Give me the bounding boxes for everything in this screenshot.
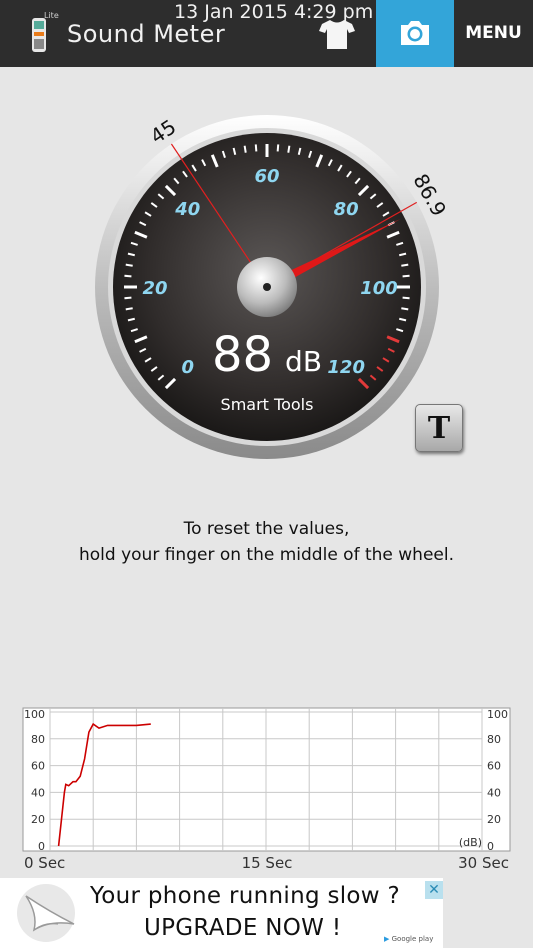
brand-label: Smart Tools — [221, 395, 314, 414]
gauge-scale-label: 120 — [327, 357, 365, 378]
google-play-badge-text: Google play — [391, 935, 434, 943]
t-button[interactable]: T — [415, 404, 463, 452]
camera-button[interactable] — [376, 0, 454, 67]
graph-y-tick-label: 80 — [487, 733, 501, 746]
menu-button[interactable]: MENU — [454, 0, 533, 67]
top-bar: Lite Sound Meter 13 Jan 2015 4:29 pm MEN… — [0, 0, 533, 67]
graph-y-tick-label: 100 — [24, 708, 45, 721]
gauge-tick — [287, 145, 291, 153]
reset-instructions: To reset the values, hold your finger on… — [0, 516, 533, 568]
graph-x-tick-label: 15 Sec — [242, 854, 293, 872]
graph-y-tick-label: 40 — [31, 786, 45, 799]
history-graph: 100 80 60 40 20 0 100 80 60 40 20 0 0 Sec 15 Sec 30 … — [22, 707, 511, 872]
gauge-tick — [401, 263, 409, 267]
gauge-tick — [125, 307, 133, 311]
instruction-line-2: hold your finger on the middle of the wh… — [79, 545, 454, 565]
app-title: Sound Meter — [67, 20, 226, 48]
ad-call-to-action: UPGRADE NOW ! — [144, 915, 342, 941]
gauge-scale-label: 40 — [174, 199, 200, 220]
camera-icon — [401, 21, 429, 45]
graph-y-tick-label: 40 — [487, 786, 501, 799]
gauge-tick — [254, 144, 258, 152]
gauge-scale-label: 60 — [254, 166, 279, 187]
graph-y-tick-label: 80 — [31, 733, 45, 746]
reading-unit: dB — [285, 345, 322, 378]
reading-value: 88 — [212, 327, 273, 383]
bird-logo-icon — [17, 884, 75, 942]
gauge-scale-label: 0 — [182, 357, 195, 378]
gauge-tick — [276, 144, 280, 152]
gauge-tick — [401, 307, 409, 311]
gauge-scale-label: 20 — [142, 278, 167, 299]
lite-label: Lite — [44, 11, 59, 20]
gauge-tick — [402, 296, 410, 300]
graph-unit-label: (dB) — [459, 836, 482, 849]
gauge-tick — [402, 274, 410, 278]
gauge-scale-label: 80 — [334, 199, 359, 220]
gauge-tick — [125, 263, 133, 267]
graph-y-tick-label: 100 — [487, 708, 508, 721]
graph-y-tick-label: 0 — [38, 840, 45, 853]
graph-y-tick-label: 60 — [31, 760, 45, 773]
graph-x-tick-label: 0 Sec — [24, 854, 65, 872]
google-play-badge: ▶ Google play — [384, 935, 434, 943]
graph-y-tick-label: 0 — [487, 840, 494, 853]
graph-x-labels: 0 Sec 15 Sec 30 Sec — [24, 854, 509, 872]
ad-headline: Your phone running slow ? — [90, 883, 401, 909]
sound-level-gauge[interactable]: 020406080100120 4586.9 88 dB Smart Tools — [80, 95, 460, 475]
ad-banner[interactable]: Your phone running slow ? UPGRADE NOW ! … — [0, 878, 443, 948]
gauge-tick — [124, 296, 132, 300]
graph-x-tick-label: 30 Sec — [458, 854, 509, 872]
instruction-line-1: To reset the values, — [183, 519, 350, 539]
graph-y-tick-label: 20 — [31, 813, 45, 826]
graph-y-tick-label: 20 — [487, 813, 501, 826]
tshirt-icon[interactable] — [318, 18, 356, 50]
gauge-tick — [243, 145, 247, 153]
gauge-scale-label: 100 — [360, 278, 398, 299]
gauge-tick — [124, 274, 132, 278]
graph-y-tick-label: 60 — [487, 760, 501, 773]
ad-close-button[interactable]: ✕ — [425, 881, 443, 899]
